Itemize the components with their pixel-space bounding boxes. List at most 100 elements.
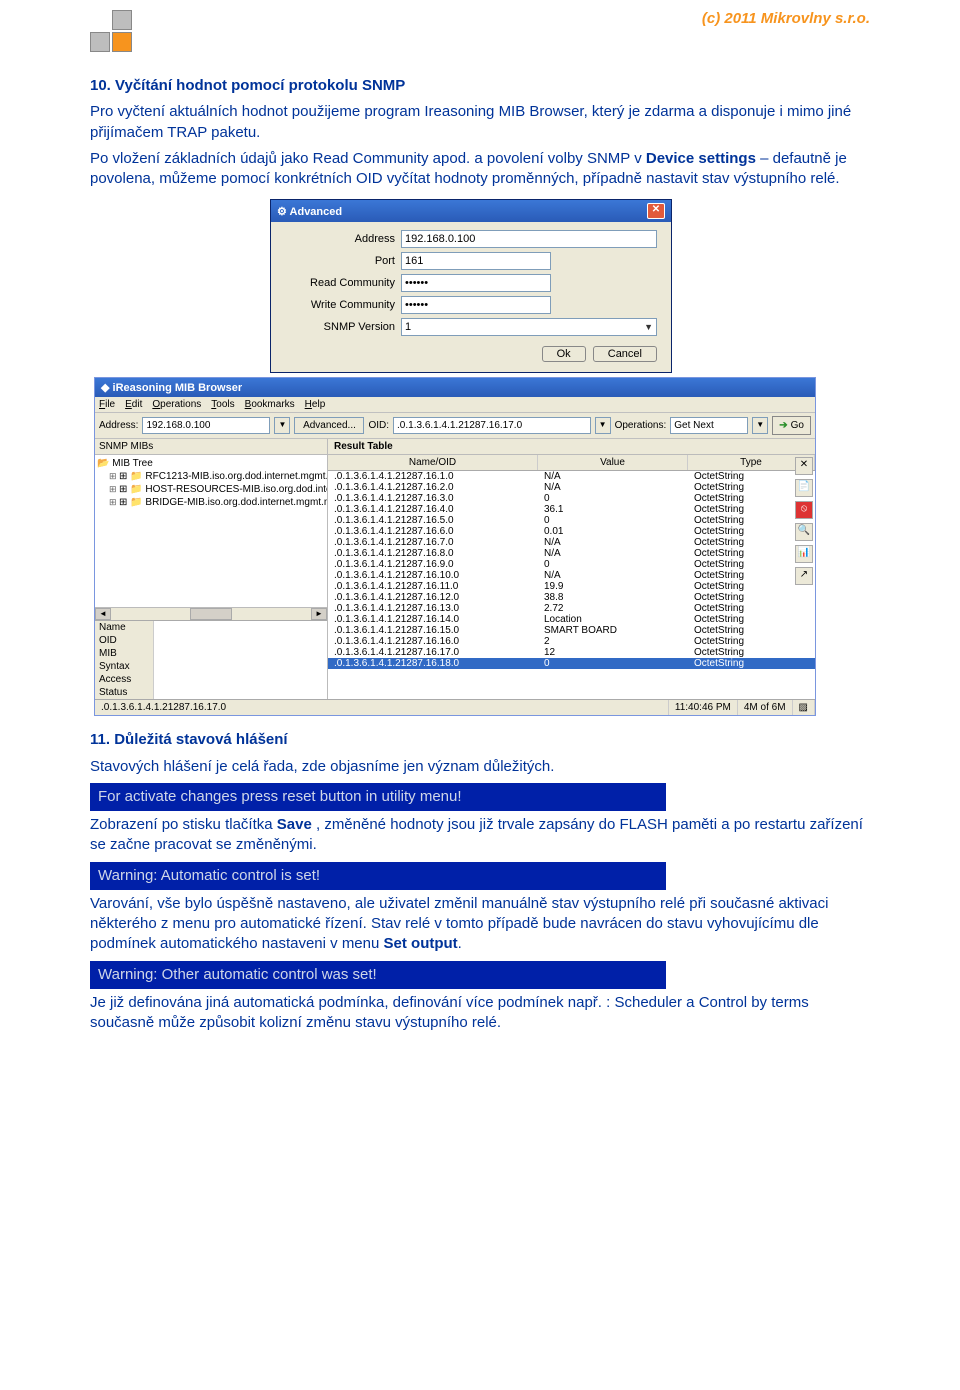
info-value: [154, 686, 327, 699]
go-arrow-icon: ➔: [779, 420, 787, 431]
oid-label: OID:: [368, 420, 389, 431]
section10-para1: Pro vyčtení aktuálních hodnot použijeme …: [90, 102, 870, 143]
status-time: 11:40:46 PM: [669, 700, 738, 715]
tool-icon[interactable]: 📊: [795, 545, 813, 563]
table-row[interactable]: .0.1.3.6.1.4.1.21287.16.8.0N/AOctetStrin…: [328, 548, 815, 559]
snmp-version-select[interactable]: 1▼: [401, 318, 657, 336]
status-banner-warning1: Warning: Automatic control is set!: [90, 862, 666, 890]
oid-dropdown-icon[interactable]: ▼: [595, 417, 611, 434]
table-row[interactable]: .0.1.3.6.1.4.1.21287.16.15.0SMART BOARDO…: [328, 625, 815, 636]
oid-field[interactable]: .0.1.3.6.1.4.1.21287.16.17.0: [393, 417, 591, 434]
address-input[interactable]: [401, 230, 657, 248]
table-row[interactable]: .0.1.3.6.1.4.1.21287.16.11.019.9OctetStr…: [328, 581, 815, 592]
menu-edit[interactable]: Edit: [125, 399, 142, 410]
info-label: Syntax: [95, 660, 154, 673]
operations-select[interactable]: Get Next: [670, 417, 748, 434]
table-row[interactable]: .0.1.3.6.1.4.1.21287.16.5.00OctetString: [328, 515, 815, 526]
tool-icon[interactable]: 🔍: [795, 523, 813, 541]
table-row[interactable]: .0.1.3.6.1.4.1.21287.16.4.036.1OctetStri…: [328, 504, 815, 515]
section10-para2: Po vložení základních údajů jako Read Co…: [90, 149, 870, 190]
address-field[interactable]: 192.168.0.100: [142, 417, 270, 434]
section10-heading: 10. Vyčítání hodnot pomocí protokolu SNM…: [90, 76, 870, 96]
advanced-dialog: ⚙ Advanced ✕ Address Port Read Community…: [270, 199, 672, 373]
port-input[interactable]: [401, 252, 551, 270]
info-value: [154, 621, 327, 634]
horizontal-scrollbar[interactable]: ◄►: [95, 607, 327, 620]
operations-label: Operations:: [615, 420, 667, 431]
logo: [90, 10, 136, 56]
table-row[interactable]: .0.1.3.6.1.4.1.21287.16.12.038.8OctetStr…: [328, 592, 815, 603]
read-community-label: Read Community: [285, 277, 401, 289]
table-row[interactable]: .0.1.3.6.1.4.1.21287.16.2.0N/AOctetStrin…: [328, 482, 815, 493]
address-label: Address: [285, 233, 401, 245]
status-grip-icon: ▨: [793, 700, 815, 715]
table-row[interactable]: .0.1.3.6.1.4.1.21287.16.14.0LocationOcte…: [328, 614, 815, 625]
menu-operations[interactable]: Operations: [152, 399, 201, 410]
window-title: iReasoning MIB Browser: [113, 382, 243, 394]
table-row[interactable]: .0.1.3.6.1.4.1.21287.16.6.00.01OctetStri…: [328, 526, 815, 537]
table-row[interactable]: .0.1.3.6.1.4.1.21287.16.10.0N/AOctetStri…: [328, 570, 815, 581]
table-row[interactable]: .0.1.3.6.1.4.1.21287.16.9.00OctetString: [328, 559, 815, 570]
tool-icon[interactable]: ✕: [795, 457, 813, 475]
address-label: Address:: [99, 420, 138, 431]
menu-help[interactable]: Help: [305, 399, 326, 410]
snmp-version-label: SNMP Version: [285, 321, 401, 333]
gear-icon: ⚙: [277, 206, 287, 218]
port-label: Port: [285, 255, 401, 267]
tool-icon[interactable]: ⦸: [795, 501, 813, 519]
table-row[interactable]: .0.1.3.6.1.4.1.21287.16.13.02.72OctetStr…: [328, 603, 815, 614]
table-row[interactable]: .0.1.3.6.1.4.1.21287.16.7.0N/AOctetStrin…: [328, 537, 815, 548]
status-banner-warning2: Warning: Other automatic control was set…: [90, 961, 666, 989]
cancel-button[interactable]: Cancel: [593, 346, 657, 362]
write-community-input[interactable]: [401, 296, 551, 314]
status-oid: .0.1.3.6.1.4.1.21287.16.17.0: [95, 700, 669, 715]
section11-para2: Zobrazení po stisku tlačítka Save , změn…: [90, 815, 870, 856]
tree-header: SNMP MIBs: [95, 439, 327, 455]
tree-root[interactable]: 📂 MIB Tree: [97, 457, 325, 470]
ok-button[interactable]: Ok: [542, 346, 586, 362]
info-label: Status: [95, 686, 154, 699]
menu-tools[interactable]: Tools: [211, 399, 234, 410]
section11-para4: Je již definována jiná automatická podmí…: [90, 993, 870, 1034]
chevron-down-icon: ▼: [644, 322, 653, 332]
tool-icon[interactable]: ↗: [795, 567, 813, 585]
table-row[interactable]: .0.1.3.6.1.4.1.21287.16.1.0N/AOctetStrin…: [328, 471, 815, 482]
info-value: [154, 634, 327, 647]
info-value: [154, 660, 327, 673]
menu-file[interactable]: File: [99, 399, 115, 410]
tool-icon[interactable]: 📄: [795, 479, 813, 497]
mib-browser-window: ◆ iReasoning MIB Browser File Edit Operati…: [94, 377, 816, 716]
info-value: [154, 647, 327, 660]
info-label: Access: [95, 673, 154, 686]
read-community-input[interactable]: [401, 274, 551, 292]
tree-item[interactable]: ⊞ 📁 RFC1213-MIB.iso.org.dod.internet.mgm…: [97, 470, 325, 483]
close-icon[interactable]: ✕: [647, 203, 665, 219]
menu-bookmarks[interactable]: Bookmarks: [245, 399, 295, 410]
operations-dropdown-icon[interactable]: ▼: [752, 417, 768, 434]
address-dropdown-icon[interactable]: ▼: [274, 417, 290, 434]
menubar: File Edit Operations Tools Bookmarks Help: [95, 397, 815, 413]
table-row[interactable]: .0.1.3.6.1.4.1.21287.16.3.00OctetString: [328, 493, 815, 504]
table-row[interactable]: .0.1.3.6.1.4.1.21287.16.17.012OctetStrin…: [328, 647, 815, 658]
status-memory: 4M of 6M: [738, 700, 793, 715]
section11-heading: 11. Důležitá stavová hlášení: [90, 730, 870, 750]
app-icon: ◆: [101, 382, 109, 394]
tree-item[interactable]: ⊞ 📁 BRIDGE-MIB.iso.org.dod.internet.mgmt…: [97, 496, 325, 509]
go-button[interactable]: ➔Go: [772, 416, 811, 435]
table-row[interactable]: .0.1.3.6.1.4.1.21287.16.18.00OctetString: [328, 658, 815, 669]
info-label: MIB: [95, 647, 154, 660]
info-value: [154, 673, 327, 686]
table-row[interactable]: .0.1.3.6.1.4.1.21287.16.16.02OctetString: [328, 636, 815, 647]
section11-para3: Varování, vše bylo úspěšně nastaveno, al…: [90, 894, 870, 955]
result-table-header: Result Table: [328, 439, 815, 455]
status-banner-activate: For activate changes press reset button …: [90, 783, 666, 811]
col-name-oid[interactable]: Name/OID: [328, 455, 538, 470]
advanced-button[interactable]: Advanced...: [294, 417, 364, 434]
write-community-label: Write Community: [285, 299, 401, 311]
info-label: Name: [95, 621, 154, 634]
info-label: OID: [95, 634, 154, 647]
tree-item[interactable]: ⊞ 📁 HOST-RESOURCES-MIB.iso.org.dod.inter…: [97, 483, 325, 496]
dialog-title: Advanced: [290, 206, 343, 218]
col-value[interactable]: Value: [538, 455, 688, 470]
section11-para1: Stavových hlášení je celá řada, zde obja…: [90, 757, 870, 777]
